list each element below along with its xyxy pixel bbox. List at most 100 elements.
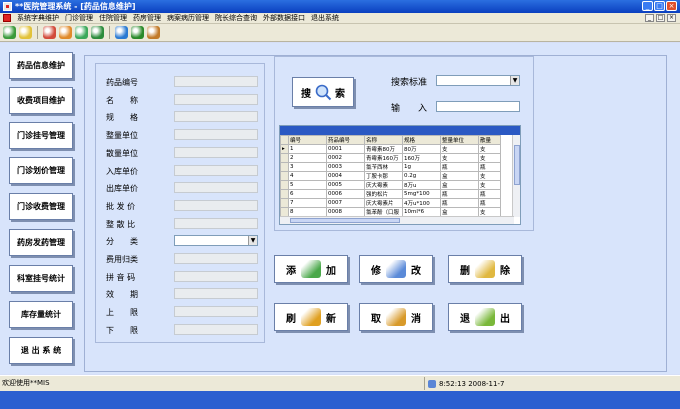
nav-registration-button[interactable]: 门诊挂号管理 (9, 122, 73, 149)
drugs-icon[interactable] (3, 26, 16, 39)
cancel-button[interactable]: 取消 (359, 303, 433, 331)
form-field-input[interactable] (174, 199, 258, 211)
menu-inpatient[interactable]: 住院管理 (96, 13, 130, 23)
menu-director-query[interactable]: 院长综合查询 (212, 13, 260, 23)
toolbar-separator (37, 26, 38, 39)
button-label-start: 刷 (286, 313, 296, 325)
minimize-button[interactable]: _ (642, 1, 653, 11)
column-header[interactable]: 规格 (402, 135, 441, 145)
form-field-input[interactable] (174, 270, 258, 282)
nav-pricing-button[interactable]: 门诊划价管理 (9, 157, 73, 184)
close-button[interactable]: × (666, 1, 677, 11)
table-cell: 160万 (402, 153, 441, 163)
drug-grid[interactable]: 编号 药品编号 名称 规格 整量单位 散量 ▸ 1 0001 青霉素80万 80万支支 2 0002 青霉… (279, 125, 521, 225)
people-icon[interactable] (75, 26, 88, 39)
mdi-restore-button[interactable]: □ (656, 14, 665, 22)
refresh-button[interactable]: 刷新 (274, 303, 348, 331)
form-field-input[interactable] (174, 129, 258, 141)
menu-records[interactable]: 病案病历管理 (164, 13, 212, 23)
gear-icon[interactable] (91, 26, 104, 39)
fan-icon[interactable] (59, 26, 72, 39)
row-header[interactable] (280, 189, 289, 199)
field-label: 规 格 (106, 113, 138, 123)
book-icon[interactable] (147, 26, 160, 39)
nav-stock-stats-button[interactable]: 库存量统计 (9, 301, 73, 328)
grid-hscroll-thumb[interactable] (290, 218, 400, 223)
grid-vscroll-thumb[interactable] (514, 145, 520, 185)
row-header[interactable] (280, 198, 289, 208)
table-row[interactable]: ▸ 1 0001 青霉素80万 80万支支 (280, 144, 501, 154)
menu-exit[interactable]: 退出系统 (308, 13, 342, 23)
table-row[interactable]: 6 0006 强的松片 5mg*100 瓶瓶 (280, 189, 501, 199)
globe-icon[interactable] (115, 26, 128, 39)
nav-dept-stats-button[interactable]: 科室挂号统计 (9, 265, 73, 292)
table-cell: 庆大霉素 (364, 180, 403, 190)
current-row-indicator[interactable]: ▸ (280, 144, 289, 154)
mdi-close-button[interactable]: × (667, 14, 676, 22)
grid-vertical-scrollbar[interactable] (512, 135, 520, 217)
category-select[interactable]: ▼ (174, 235, 258, 247)
table-row[interactable]: 4 0004 丁胺卡那 0.2g 盒支 (280, 171, 501, 181)
form-field-input[interactable] (174, 76, 258, 87)
delete-button[interactable]: 删除 (448, 255, 522, 283)
table-row[interactable]: 5 0005 庆大霉素 8万u 盒支 (280, 180, 501, 190)
table-cell: 5mg*100 (402, 189, 441, 199)
table-row[interactable]: 3 0003 氯苄西林 1g 瓶瓶 (280, 162, 501, 172)
form-field-input[interactable] (174, 288, 258, 300)
exit-button[interactable]: 退出 (448, 303, 522, 331)
table-cell: 7 (288, 198, 327, 208)
form-field-input[interactable] (174, 164, 258, 176)
status-bar: 欢迎使用**MIS 8:52:13 2008-11-7 (0, 375, 680, 391)
table-cell: 0007 (326, 198, 365, 208)
nav-drug-info-button[interactable]: 药品信息维护 (9, 52, 73, 79)
column-header[interactable]: 整量单位 (440, 135, 479, 145)
column-header[interactable]: 散量 (478, 135, 501, 145)
form-field-input[interactable] (174, 146, 258, 158)
menu-outpatient[interactable]: 门诊管理 (62, 13, 96, 23)
flags-icon[interactable] (43, 26, 56, 39)
search-button-label-2: 索 (335, 88, 345, 100)
row-header[interactable] (280, 171, 289, 181)
table-row[interactable]: 2 0002 青霉素160万 160万支支 (280, 153, 501, 163)
table-cell: 瓶 (478, 189, 501, 199)
form-field-input[interactable] (174, 111, 258, 123)
row-header[interactable] (280, 180, 289, 190)
menu-external-interface[interactable]: 外部数据接口 (260, 13, 308, 23)
menu-pharmacy[interactable]: 药房管理 (130, 13, 164, 23)
form-field-input[interactable] (174, 323, 258, 335)
table-cell: 瓶 (478, 162, 501, 172)
search-button[interactable]: 搜 索 (292, 77, 354, 107)
column-header[interactable]: 编号 (288, 135, 327, 145)
button-label-start: 退 (460, 313, 470, 325)
form-field-input[interactable] (174, 253, 258, 264)
form-field-input[interactable] (174, 182, 258, 194)
table-row[interactable]: 7 0007 庆大霉素片 4万u*100 瓶瓶 (280, 198, 501, 208)
puzzle-icon[interactable] (19, 26, 32, 39)
chevron-down-icon[interactable]: ▼ (510, 76, 519, 85)
column-header[interactable]: 药品编号 (326, 135, 365, 145)
nav-fee-items-button[interactable]: 收费项目维护 (9, 87, 73, 114)
search-criteria-select[interactable]: ▼ (436, 75, 520, 86)
nav-charging-button[interactable]: 门诊收费管理 (9, 193, 73, 220)
row-header[interactable] (280, 162, 289, 172)
form-field-input[interactable] (174, 217, 258, 229)
table-cell: 瓶 (440, 189, 479, 199)
chevron-down-icon[interactable]: ▼ (248, 236, 257, 246)
table-cell: 80万 (402, 144, 441, 154)
edit-button[interactable]: 修改 (359, 255, 433, 283)
maximize-button[interactable]: □ (654, 1, 665, 11)
form-field-input[interactable] (174, 93, 258, 105)
menu-dictionary[interactable]: 系统字典维护 (14, 13, 62, 23)
nav-dispensing-button[interactable]: 药房发药管理 (9, 229, 73, 256)
mdi-minimize-button[interactable]: _ (645, 14, 654, 22)
add-button[interactable]: 添加 (274, 255, 348, 283)
form-field-input[interactable] (174, 306, 258, 318)
grid-horizontal-scrollbar[interactable] (280, 216, 514, 224)
ball-icon[interactable] (131, 26, 144, 39)
row-header[interactable] (280, 153, 289, 163)
table-cell: 4万u*100 (402, 198, 441, 208)
column-header[interactable]: 名称 (364, 135, 403, 145)
field-label: 出库单价 (106, 184, 138, 194)
search-input[interactable] (436, 101, 520, 112)
nav-exit-button[interactable]: 退 出 系 统 (9, 337, 73, 364)
